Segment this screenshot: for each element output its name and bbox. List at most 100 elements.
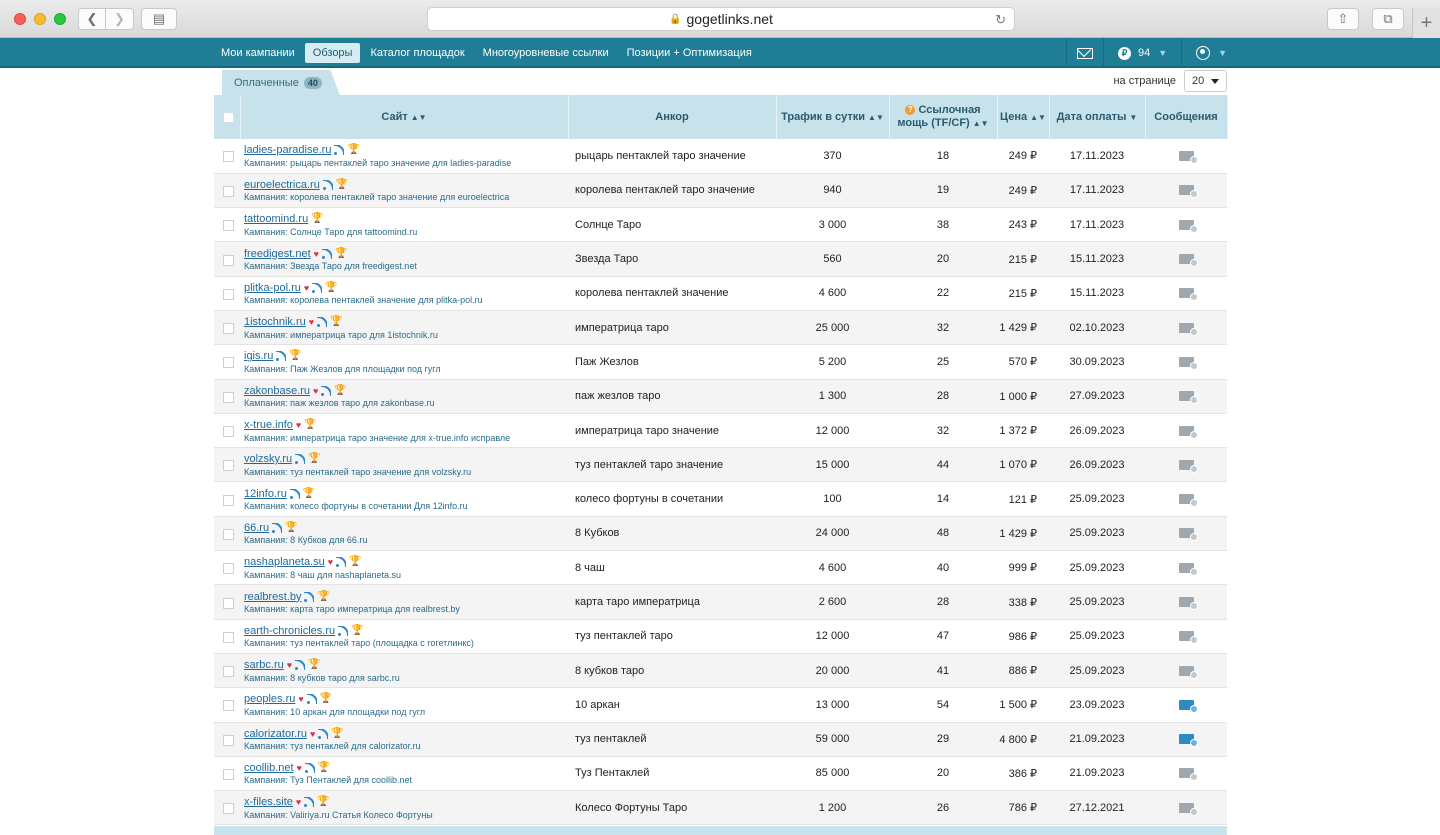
site-link[interactable]: euroelectrica.ru bbox=[244, 179, 320, 191]
row-checkbox[interactable] bbox=[223, 288, 234, 300]
row-checkbox[interactable] bbox=[223, 803, 234, 815]
message-icon[interactable] bbox=[1178, 322, 1198, 336]
row-checkbox[interactable] bbox=[223, 460, 234, 472]
messages-button[interactable] bbox=[1067, 38, 1103, 68]
row-checkbox[interactable] bbox=[223, 700, 234, 712]
forward-button[interactable]: ❯ bbox=[106, 8, 134, 30]
site-link[interactable]: x-files.site bbox=[244, 796, 293, 808]
tab-paid[interactable]: Оплаченные 40 bbox=[222, 70, 340, 95]
message-icon[interactable] bbox=[1178, 631, 1198, 645]
message-icon[interactable] bbox=[1178, 528, 1198, 542]
message-icon[interactable] bbox=[1178, 699, 1198, 713]
row-checkbox[interactable] bbox=[223, 254, 234, 266]
address-bar[interactable]: 🔒 gogetlinks.net ↻ bbox=[427, 7, 1015, 31]
row-checkbox[interactable] bbox=[223, 666, 234, 678]
site-link[interactable]: tattoomind.ru bbox=[244, 213, 308, 225]
message-icon[interactable] bbox=[1178, 768, 1198, 782]
close-window-button[interactable] bbox=[14, 13, 26, 25]
col-power[interactable]: ? Ссылочная мощь (TF/CF) ▲▼ bbox=[889, 95, 998, 139]
nav-reviews[interactable]: Обзоры bbox=[304, 43, 361, 63]
site-link[interactable]: peoples.ru bbox=[244, 693, 295, 705]
col-site[interactable]: Сайт ▲▼ bbox=[240, 95, 569, 139]
message-icon[interactable] bbox=[1178, 665, 1198, 679]
message-icon[interactable] bbox=[1178, 802, 1198, 816]
site-link[interactable]: nashaplaneta.su bbox=[244, 556, 325, 568]
tabs-overview-button[interactable]: ⧉ bbox=[1372, 8, 1404, 30]
site-link[interactable]: ladies-paradise.ru bbox=[244, 144, 331, 156]
zoom-window-button[interactable] bbox=[54, 13, 66, 25]
row-checkbox[interactable] bbox=[223, 597, 234, 609]
help-icon[interactable]: ? bbox=[905, 105, 916, 115]
site-link[interactable]: plitka-pol.ru bbox=[244, 282, 301, 294]
message-icon[interactable] bbox=[1178, 219, 1198, 233]
anchor-cell: императрица таро значение bbox=[568, 413, 776, 449]
nav-my-campaigns[interactable]: Мои кампании bbox=[213, 43, 303, 63]
site-link[interactable]: volzsky.ru bbox=[244, 453, 292, 465]
col-date[interactable]: Дата оплаты ▼ bbox=[1049, 95, 1146, 139]
site-link[interactable]: 12info.ru bbox=[244, 488, 287, 500]
site-link[interactable]: sarbc.ru bbox=[244, 659, 284, 671]
message-icon[interactable] bbox=[1178, 288, 1198, 302]
site-link[interactable]: freedigest.net bbox=[244, 248, 311, 260]
site-link[interactable]: earth-chronicles.ru bbox=[244, 625, 335, 637]
col-price[interactable]: Цена ▲▼ bbox=[997, 95, 1050, 139]
message-icon[interactable] bbox=[1178, 597, 1198, 610]
row-checkbox[interactable] bbox=[223, 528, 234, 540]
row-checkbox[interactable] bbox=[223, 151, 234, 163]
site-link[interactable]: zakonbase.ru bbox=[244, 385, 310, 397]
heart-icon: ♥ bbox=[303, 282, 310, 293]
reload-icon[interactable]: ↻ bbox=[995, 12, 1006, 28]
row-checkbox[interactable] bbox=[223, 220, 234, 232]
row-checkbox[interactable] bbox=[223, 185, 234, 197]
new-tab-button[interactable]: + bbox=[1412, 8, 1440, 38]
row-checkbox[interactable] bbox=[223, 734, 234, 746]
minimize-window-button[interactable] bbox=[34, 13, 46, 25]
user-menu[interactable]: ▼ bbox=[1182, 38, 1241, 68]
row-checkbox[interactable] bbox=[223, 768, 234, 780]
nav-catalog[interactable]: Каталог площадок bbox=[362, 43, 472, 63]
row-checkbox[interactable] bbox=[223, 494, 234, 506]
message-icon[interactable] bbox=[1178, 150, 1198, 164]
nav-positions[interactable]: Позиции + Оптимизация bbox=[619, 43, 760, 63]
site-link[interactable]: calorizator.ru bbox=[244, 728, 307, 740]
message-icon[interactable] bbox=[1178, 254, 1198, 268]
table-row: euroelectrica.ru 🏆 Кампания: королева пент… bbox=[214, 173, 1227, 209]
select-all-checkbox[interactable] bbox=[223, 111, 234, 123]
message-icon[interactable] bbox=[1178, 391, 1198, 405]
site-link[interactable]: realbrest.by bbox=[244, 591, 301, 603]
trophy-icon: 🏆 bbox=[347, 144, 360, 156]
site-link[interactable]: igis.ru bbox=[244, 350, 273, 362]
site-link[interactable]: coollib.net bbox=[244, 762, 294, 774]
message-icon[interactable] bbox=[1178, 494, 1198, 508]
row-checkbox[interactable] bbox=[223, 357, 234, 369]
site-link[interactable]: 1istochnik.ru bbox=[244, 316, 306, 328]
col-traffic[interactable]: Трафик в сутки ▲▼ bbox=[776, 95, 890, 139]
traffic-cell: 3 000 bbox=[776, 207, 889, 243]
row-select-cell bbox=[214, 310, 240, 346]
campaign-label: Кампания: 8 кубков таро для sarbc.ru bbox=[244, 672, 400, 683]
message-icon[interactable] bbox=[1178, 356, 1198, 370]
back-button[interactable]: ❮ bbox=[78, 8, 106, 30]
balance-dropdown[interactable]: ₽ 94 ▼ bbox=[1104, 38, 1181, 68]
message-icon[interactable] bbox=[1178, 734, 1198, 748]
message-icon[interactable] bbox=[1178, 562, 1198, 576]
message-icon[interactable] bbox=[1178, 425, 1198, 439]
row-checkbox[interactable] bbox=[223, 631, 234, 643]
power-cell: 20 bbox=[889, 241, 997, 277]
row-select-cell bbox=[214, 379, 240, 414]
message-icon[interactable] bbox=[1178, 459, 1198, 473]
nav-multilevel-links[interactable]: Многоуровневые ссылки bbox=[475, 43, 617, 63]
row-checkbox[interactable] bbox=[223, 563, 234, 575]
row-checkbox[interactable] bbox=[223, 391, 234, 403]
site-link[interactable]: x-true.info bbox=[244, 419, 293, 431]
message-icon[interactable] bbox=[1178, 185, 1198, 199]
share-button[interactable]: ⇧ bbox=[1327, 8, 1359, 30]
row-checkbox[interactable] bbox=[223, 323, 234, 335]
row-select-cell bbox=[214, 550, 240, 586]
row-checkbox[interactable] bbox=[223, 426, 234, 438]
site-cell: igis.ru 🏆 Кампания: Паж Жезлов для площадк… bbox=[240, 344, 568, 380]
sidebar-toggle-button[interactable]: ▤ bbox=[141, 8, 177, 30]
site-link[interactable]: 66.ru bbox=[244, 522, 269, 534]
rss-icon bbox=[322, 248, 332, 259]
per-page-select[interactable]: 20 bbox=[1184, 70, 1227, 92]
